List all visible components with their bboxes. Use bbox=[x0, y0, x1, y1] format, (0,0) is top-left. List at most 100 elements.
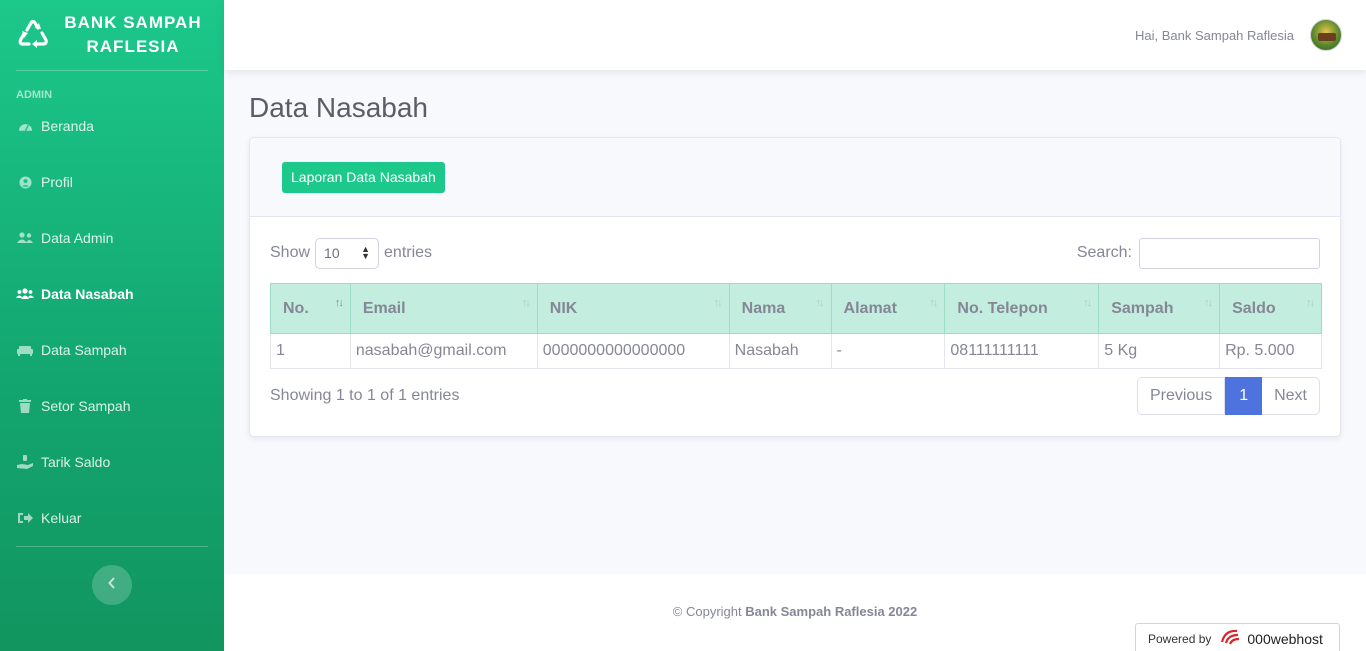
sort-updown-icon: ▲ ▼ bbox=[361, 244, 371, 261]
sort-icon: ↑↓ bbox=[521, 297, 531, 309]
copyright-name: Bank Sampah Raflesia 2022 bbox=[745, 604, 918, 619]
show-label: Show bbox=[270, 244, 311, 261]
sidebar-item-profil[interactable]: Profil bbox=[0, 154, 224, 210]
cell-alamat: - bbox=[830, 333, 946, 369]
column-header-label: NIK bbox=[549, 299, 578, 317]
report-button[interactable]: Laporan Data Nasabah bbox=[282, 161, 445, 193]
cell-no: 1 bbox=[270, 333, 351, 369]
tachometer-icon bbox=[16, 119, 34, 133]
pagination: Previous 1 Next bbox=[1136, 377, 1320, 415]
sort-icon: ↑↓ bbox=[815, 297, 825, 309]
column-header-label: Nama bbox=[741, 299, 786, 317]
trash-icon bbox=[16, 399, 34, 413]
users-icon bbox=[16, 287, 34, 301]
sidebar-item-beranda[interactable]: Beranda bbox=[0, 98, 224, 154]
copyright-prefix: © Copyright bbox=[672, 604, 742, 619]
webhost-logo-icon bbox=[1219, 628, 1243, 649]
copyright: © Copyright Bank Sampah Raflesia 2022 bbox=[224, 604, 1366, 619]
sort-icon: ↑↓ bbox=[334, 297, 344, 309]
powered-by-label: Powered by bbox=[1148, 631, 1212, 646]
table-row: 1 nasabah@gmail.com 0000000000000000 Nas… bbox=[270, 333, 1322, 369]
column-header-label: Sampah bbox=[1111, 299, 1174, 317]
cell-sampah: 5 Kg bbox=[1098, 333, 1221, 369]
cell-telepon: 08111111111 bbox=[944, 333, 1100, 369]
sidebar-item-label: Tarik Saldo bbox=[41, 454, 111, 470]
column-header-label: Saldo bbox=[1232, 299, 1276, 317]
table-footer: Showing 1 to 1 of 1 entries Previous 1 N… bbox=[270, 377, 1320, 415]
sidebar-item-label: Profil bbox=[41, 174, 73, 190]
data-card: Laporan Data Nasabah Show 10 ▲ ▼ entries … bbox=[249, 137, 1341, 437]
entries-label: entries bbox=[384, 244, 433, 261]
column-header-alamat[interactable]: Alamat ↑↓ bbox=[830, 283, 946, 334]
cell-nik: 0000000000000000 bbox=[536, 333, 730, 369]
sidebar-item-data-admin[interactable]: Data Admin bbox=[0, 210, 224, 266]
column-header-email[interactable]: Email ↑↓ bbox=[349, 283, 538, 334]
column-header-sampah[interactable]: Sampah ↑↓ bbox=[1098, 283, 1221, 334]
sort-icon: ↑↓ bbox=[1204, 297, 1213, 309]
card-body: Show 10 ▲ ▼ entries Search: No. ↑↓ Email ↑↓… bbox=[250, 217, 1340, 435]
sidebar-item-label: Data Sampah bbox=[41, 342, 127, 358]
host-name: 000webhost bbox=[1247, 630, 1323, 647]
sort-icon: ↑↓ bbox=[1306, 297, 1315, 309]
page-title: Data Nasabah bbox=[249, 92, 429, 123]
nasabah-table: No. ↑↓ Email ↑↓ NIK ↑↓ Nama ↑↓ Alamat ↑↓ No. … bbox=[270, 283, 1322, 369]
column-header-no[interactable]: No. ↑↓ bbox=[270, 283, 351, 334]
user-friends-icon bbox=[16, 231, 34, 245]
chevron-left-icon bbox=[108, 576, 116, 594]
user-greeting[interactable]: Hai, Bank Sampah Raflesia bbox=[1135, 28, 1294, 43]
table-search: Search: bbox=[1076, 237, 1320, 269]
search-label: Search: bbox=[1076, 244, 1132, 261]
sidebar-item-data-sampah[interactable]: Data Sampah bbox=[0, 322, 224, 378]
column-header-label: Alamat bbox=[843, 299, 897, 317]
column-header-saldo[interactable]: Saldo ↑↓ bbox=[1219, 283, 1322, 334]
previous-button[interactable]: Previous bbox=[1136, 377, 1226, 415]
avatar[interactable] bbox=[1310, 19, 1342, 51]
sidebar-item-label: Keluar bbox=[41, 510, 82, 526]
table-controls: Show 10 ▲ ▼ entries Search: bbox=[270, 237, 1320, 269]
sort-icon: ↑↓ bbox=[1083, 297, 1092, 309]
search-input[interactable] bbox=[1139, 237, 1320, 269]
sort-icon: ↑↓ bbox=[929, 297, 938, 309]
sidebar-item-keluar[interactable]: Keluar bbox=[0, 490, 224, 546]
footer: © Copyright Bank Sampah Raflesia 2022 Po… bbox=[224, 574, 1366, 651]
column-header-label: No. bbox=[283, 299, 309, 317]
user-circle-icon bbox=[16, 175, 34, 189]
column-header-label: Email bbox=[362, 299, 406, 317]
brand-name: BANK SAMPAH RAFLESIA bbox=[50, 11, 224, 59]
column-header-nik[interactable]: NIK ↑↓ bbox=[536, 283, 730, 334]
sidebar-brand[interactable]: BANK SAMPAH RAFLESIA bbox=[0, 0, 224, 70]
page-length-select[interactable]: 10 ▲ ▼ bbox=[315, 237, 380, 269]
cell-nama: Nasabah bbox=[728, 333, 832, 369]
brand-line-2: RAFLESIA bbox=[86, 37, 180, 56]
sidebar-divider bbox=[16, 546, 208, 547]
host-brand: 000webhost bbox=[1219, 628, 1323, 649]
cell-email: nasabah@gmail.com bbox=[349, 333, 538, 369]
column-header-telepon[interactable]: No. Telepon ↑↓ bbox=[944, 283, 1100, 334]
sidebar-item-label: Setor Sampah bbox=[41, 398, 131, 414]
sort-icon: ↑↓ bbox=[713, 297, 723, 309]
sidebar-item-setor-sampah[interactable]: Setor Sampah bbox=[0, 378, 224, 434]
next-button[interactable]: Next bbox=[1262, 377, 1320, 415]
powered-by-badge[interactable]: Powered by 000webhost bbox=[1135, 623, 1340, 651]
sidebar-item-tarik-saldo[interactable]: Tarik Saldo bbox=[0, 434, 224, 490]
hand-holding-icon bbox=[16, 455, 34, 469]
column-header-nama[interactable]: Nama ↑↓ bbox=[728, 283, 832, 334]
table-info: Showing 1 to 1 of 1 entries bbox=[270, 387, 460, 404]
sidebar: BANK SAMPAH RAFLESIA ADMIN Beranda Profi… bbox=[0, 0, 224, 651]
sidebar-item-data-nasabah[interactable]: Data Nasabah bbox=[0, 266, 224, 322]
column-header-label: No. Telepon bbox=[957, 299, 1048, 317]
sidebar-item-label: Data Admin bbox=[41, 230, 114, 246]
page-length: Show 10 ▲ ▼ entries bbox=[270, 237, 433, 269]
cell-saldo: Rp. 5.000 bbox=[1219, 333, 1322, 369]
couch-icon bbox=[16, 343, 34, 357]
page-1-button[interactable]: 1 bbox=[1225, 377, 1263, 415]
brand-line-1: BANK SAMPAH bbox=[64, 13, 202, 32]
topbar: Hai, Bank Sampah Raflesia bbox=[224, 0, 1366, 70]
table-header-row: No. ↑↓ Email ↑↓ NIK ↑↓ Nama ↑↓ Alamat ↑↓ No. … bbox=[270, 283, 1322, 334]
sign-out-icon bbox=[16, 511, 34, 525]
recycle-icon bbox=[16, 18, 50, 52]
sidebar-item-label: Data Nasabah bbox=[41, 286, 134, 302]
card-header: Laporan Data Nasabah bbox=[250, 138, 1340, 217]
sidebar-toggle-button[interactable] bbox=[92, 565, 132, 605]
page-length-value: 10 bbox=[324, 245, 340, 261]
